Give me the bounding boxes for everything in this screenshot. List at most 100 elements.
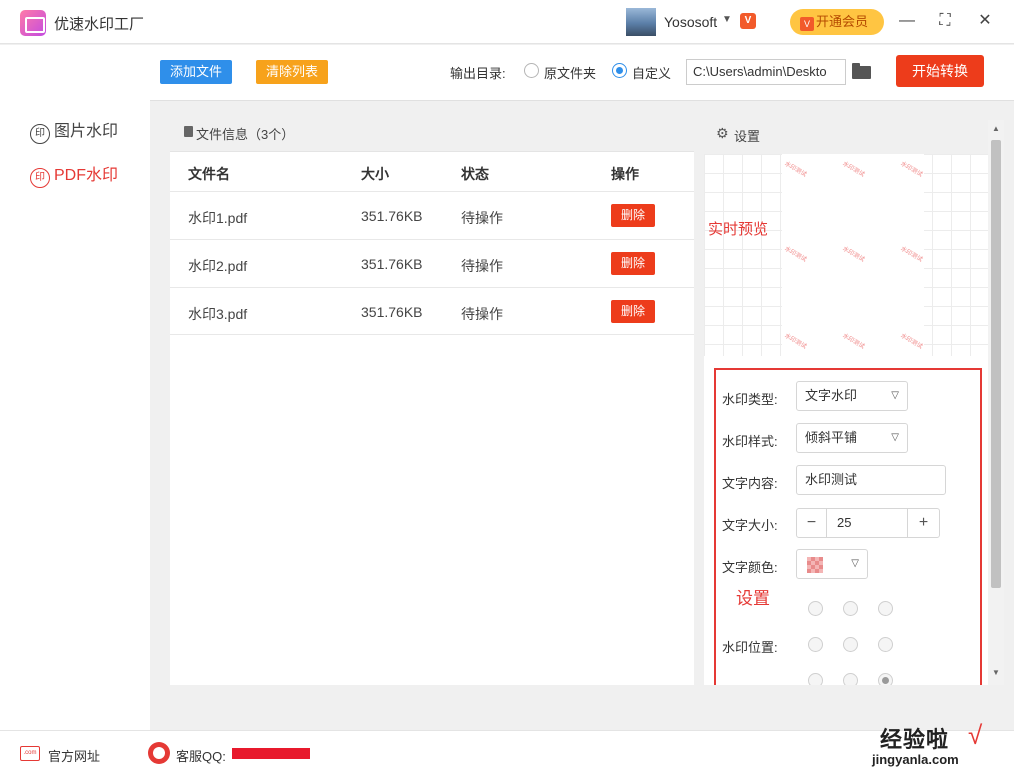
- watermark-style-label: 水印样式:: [722, 434, 778, 449]
- sidebar-item-image-watermark[interactable]: 印图片水印: [30, 117, 118, 144]
- settings-panel: ⚙ 设置 水印测试 水印测试 水印测试 水印测试 水印测试 水印测试 水印测试 …: [704, 112, 1004, 685]
- add-file-button[interactable]: 添加文件: [160, 60, 232, 84]
- file-status: 待操作: [461, 306, 503, 322]
- folder-icon[interactable]: [852, 63, 871, 79]
- chevron-down-icon: ▽: [891, 390, 899, 401]
- checkmark-icon: √: [968, 720, 983, 750]
- vip-icon: V: [800, 17, 814, 31]
- text-color-picker[interactable]: ▽: [796, 549, 868, 579]
- original-folder-label[interactable]: 原文件夹: [544, 63, 596, 82]
- close-icon[interactable]: ✕: [974, 10, 996, 32]
- file-status: 待操作: [461, 258, 503, 274]
- sidebar-item-pdf-watermark[interactable]: 印 PDF水印: [30, 161, 118, 188]
- file-size: 351.76KB: [361, 208, 423, 224]
- watermark-style-value: 倾斜平铺: [805, 430, 858, 445]
- plus-icon[interactable]: +: [907, 509, 939, 537]
- text-size-label: 文字大小:: [722, 518, 778, 533]
- file-name: 水印1.pdf: [188, 210, 248, 226]
- sidebar: 印图片水印 印 PDF水印: [0, 45, 150, 730]
- position-top-left-radio[interactable]: [808, 601, 823, 616]
- file-name: 水印2.pdf: [188, 258, 248, 274]
- preview-watermark-text: 水印测试: [841, 333, 866, 351]
- user-name[interactable]: Yososoft: [664, 14, 717, 30]
- settings-header: ⚙ 设置: [704, 112, 1004, 154]
- text-content-input[interactable]: 水印测试: [796, 465, 946, 495]
- preview-watermark-text: 水印测试: [783, 333, 808, 351]
- text-size-value[interactable]: 25: [837, 509, 851, 537]
- website-icon[interactable]: .com: [20, 746, 40, 761]
- column-header-status: 状态: [461, 166, 489, 182]
- clear-list-button[interactable]: 清除列表: [256, 60, 328, 84]
- delete-button[interactable]: 删除: [611, 300, 655, 323]
- minus-icon[interactable]: −: [797, 509, 827, 537]
- position-top-right-radio[interactable]: [878, 601, 893, 616]
- column-header-name: 文件名: [188, 166, 230, 182]
- table-row[interactable]: 水印1.pdf 351.76KB 待操作 删除: [170, 191, 694, 239]
- settings-scrollbar[interactable]: ▲ ▼: [988, 120, 1004, 685]
- watermark-style-select[interactable]: 倾斜平铺 ▽: [796, 423, 908, 453]
- column-header-size: 大小: [361, 166, 389, 182]
- table-row[interactable]: 水印3.pdf 351.76KB 待操作 删除: [170, 287, 694, 335]
- user-avatar[interactable]: [626, 8, 656, 36]
- app-logo-icon: [20, 10, 46, 36]
- column-header-action: 操作: [611, 166, 639, 182]
- chevron-down-icon[interactable]: ▼: [722, 14, 732, 25]
- vip-button-label: 开通会员: [816, 14, 869, 29]
- settings-annotation: 设置: [736, 589, 770, 608]
- color-swatch: [807, 557, 823, 573]
- position-top-center-radio[interactable]: [843, 601, 858, 616]
- maximize-icon[interactable]: ⛶: [934, 10, 956, 32]
- sidebar-item-label: PDF水印: [54, 167, 119, 184]
- toolbar: 添加文件 清除列表 输出目录: 原文件夹 自定义 C:\Users\admin\…: [150, 45, 1014, 101]
- custom-folder-radio[interactable]: [612, 63, 627, 78]
- document-icon: [184, 126, 193, 137]
- position-middle-right-radio[interactable]: [878, 637, 893, 652]
- qq-icon[interactable]: [148, 742, 170, 764]
- chevron-down-icon: ▽: [851, 558, 859, 569]
- scroll-up-icon[interactable]: ▲: [992, 124, 1000, 133]
- preview-watermark-text: 水印测试: [899, 246, 924, 264]
- output-path-input[interactable]: C:\Users\admin\Deskto: [686, 59, 846, 85]
- live-preview: 水印测试 水印测试 水印测试 水印测试 水印测试 水印测试 水印测试 水印测试 …: [704, 154, 988, 356]
- watermark-stamp: 经验啦: [880, 727, 950, 752]
- preview-page: 水印测试 水印测试 水印测试 水印测试 水印测试 水印测试 水印测试 水印测试 …: [782, 154, 924, 356]
- vip-button[interactable]: V 开通会员: [790, 9, 884, 35]
- position-bottom-left-radio[interactable]: [808, 673, 823, 685]
- file-size: 351.76KB: [361, 304, 423, 320]
- file-size: 351.76KB: [361, 256, 423, 272]
- preview-watermark-text: 水印测试: [841, 161, 866, 179]
- gear-icon: ⚙: [716, 125, 729, 141]
- official-site-link[interactable]: 官方网址: [48, 746, 100, 765]
- support-qq-label[interactable]: 客服QQ:: [176, 746, 226, 765]
- preview-watermark-text: 水印测试: [841, 246, 866, 264]
- position-bottom-right-radio[interactable]: [878, 673, 893, 685]
- watermark-type-select[interactable]: 文字水印 ▽: [796, 381, 908, 411]
- table-row[interactable]: 水印2.pdf 351.76KB 待操作 删除: [170, 239, 694, 287]
- delete-button[interactable]: 删除: [611, 204, 655, 227]
- custom-folder-label[interactable]: 自定义: [632, 63, 671, 82]
- preview-watermark-text: 水印测试: [783, 161, 808, 179]
- minimize-icon[interactable]: —: [896, 10, 918, 32]
- sidebar-item-label: 图片水印: [54, 123, 119, 140]
- original-folder-radio[interactable]: [524, 63, 539, 78]
- scroll-down-icon[interactable]: ▼: [992, 668, 1000, 677]
- file-status: 待操作: [461, 210, 503, 226]
- chevron-down-icon: ▽: [891, 432, 899, 443]
- title-bar: 优速水印工厂 Yososoft ▼ V V 开通会员 — ⛶ ✕: [0, 0, 1014, 44]
- position-bottom-center-radio[interactable]: [843, 673, 858, 685]
- output-dir-label: 输出目录:: [450, 66, 506, 81]
- text-size-stepper[interactable]: − 25 +: [796, 508, 940, 538]
- seal-icon: 印: [30, 124, 50, 144]
- preview-watermark-text: 水印测试: [783, 246, 808, 264]
- watermark-position-label: 水印位置:: [722, 640, 778, 655]
- delete-button[interactable]: 删除: [611, 252, 655, 275]
- bottom-bar: .com 官方网址 客服QQ:: [0, 730, 1014, 776]
- preview-watermark-text: 水印测试: [899, 333, 924, 351]
- file-panel: 文件信息（3个） 文件名 大小 状态 操作 水印1.pdf 351.76KB 待…: [170, 112, 694, 685]
- file-panel-header: 文件信息（3个）: [170, 112, 694, 152]
- start-convert-button[interactable]: 开始转换: [896, 55, 984, 87]
- position-middle-left-radio[interactable]: [808, 637, 823, 652]
- preview-watermark-text: 水印测试: [899, 161, 924, 179]
- scroll-thumb[interactable]: [991, 140, 1001, 588]
- position-middle-center-radio[interactable]: [843, 637, 858, 652]
